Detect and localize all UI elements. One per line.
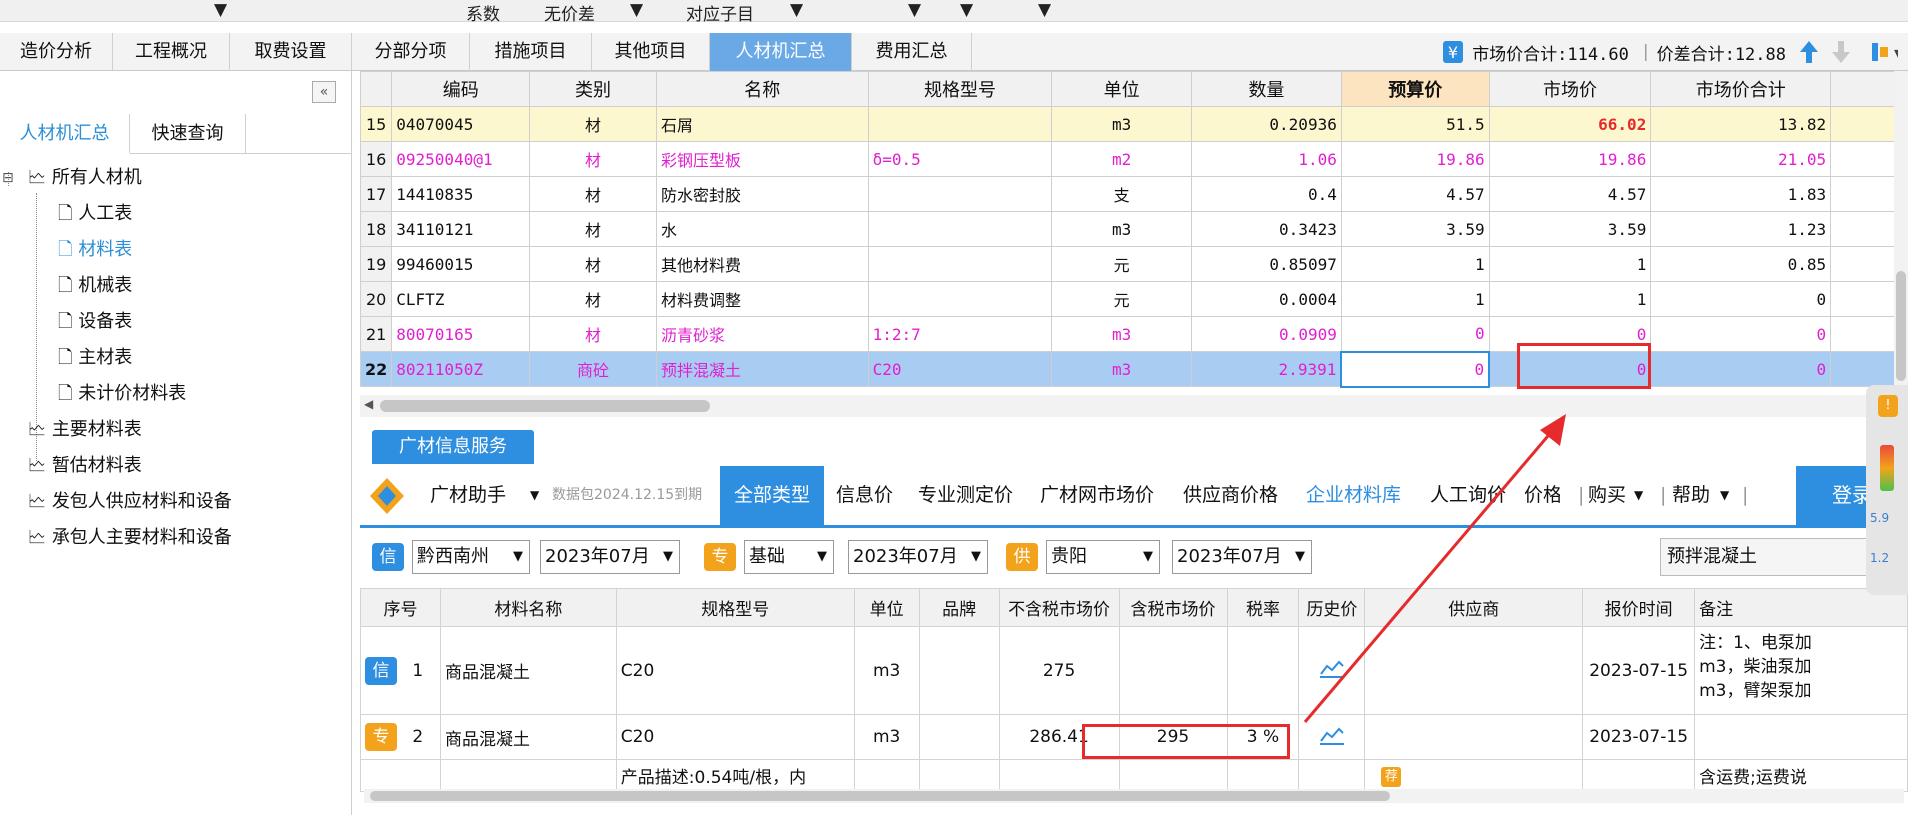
red-arrow-annotation <box>1303 414 1566 723</box>
